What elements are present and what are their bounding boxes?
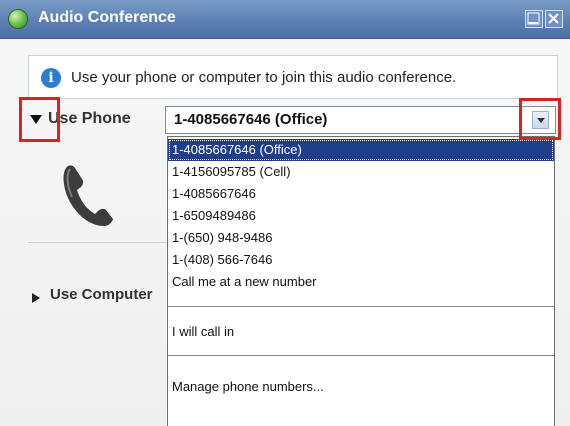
globe-icon <box>8 9 28 29</box>
title-bar[interactable]: Audio Conference <box>0 0 570 39</box>
audio-conference-window: Audio Conference i Use your phone or com… <box>0 0 570 426</box>
highlight-box-dropdown-arrow <box>519 98 561 140</box>
collapse-triangle-icon[interactable] <box>32 293 40 303</box>
phone-option[interactable]: 1-4085667646 (Office) <box>168 139 554 161</box>
phone-option[interactable]: 1-(408) 566-7646 <box>168 249 554 271</box>
selected-phone-number: 1-4085667646 (Office) <box>174 111 328 128</box>
manage-numbers-option[interactable]: Manage phone numbers... <box>168 376 554 398</box>
call-new-number-option[interactable]: Call me at a new number <box>168 271 554 293</box>
phone-option[interactable]: 1-6509489486 <box>168 205 554 227</box>
close-icon[interactable] <box>545 10 563 28</box>
use-computer-label[interactable]: Use Computer <box>50 286 166 303</box>
phone-option[interactable]: 1-4156095785 (Cell) <box>168 161 554 183</box>
info-icon: i <box>41 68 61 88</box>
phone-number-dropdown: 1-4085667646 (Office) 1-4156095785 (Cell… <box>167 136 555 426</box>
use-phone-label[interactable]: Use Phone <box>48 110 131 128</box>
info-text: Use your phone or computer to join this … <box>71 69 457 86</box>
phone-option[interactable]: 1-(650) 948-9486 <box>168 227 554 249</box>
phone-number-select[interactable]: 1-4085667646 (Office) <box>165 106 556 134</box>
phone-handset-icon <box>60 160 118 235</box>
menu-separator <box>168 355 554 356</box>
info-banner: i Use your phone or computer to join thi… <box>28 55 558 99</box>
call-in-option[interactable]: I will call in <box>168 321 554 343</box>
section-divider <box>28 242 168 243</box>
menu-separator <box>168 306 554 307</box>
window-title: Audio Conference <box>38 9 176 26</box>
highlight-box-expand <box>19 97 60 142</box>
minimize-icon[interactable] <box>525 10 543 28</box>
phone-option[interactable]: 1-4085667646 <box>168 183 554 205</box>
